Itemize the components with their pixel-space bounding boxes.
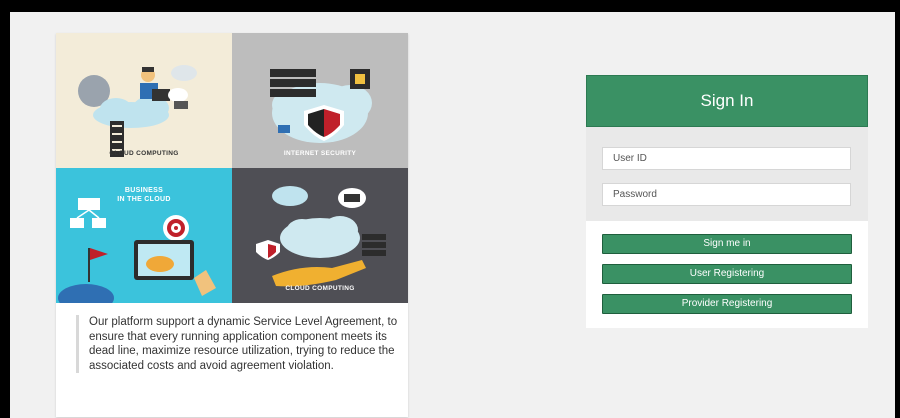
user-register-button[interactable]: User Registering bbox=[602, 264, 852, 284]
login-panel: Sign In Sign me in User Registering Prov… bbox=[586, 75, 868, 328]
login-title: Sign In bbox=[700, 91, 754, 110]
tile-cloud-computing-dark: CLOUD COMPUTING bbox=[232, 168, 408, 303]
info-card: CLOUD COMPUTING INTERNET SECURITY BUSINE… bbox=[56, 33, 408, 417]
tile-caption: CLOUD COMPUTING bbox=[285, 285, 355, 292]
internet-security-illustration bbox=[270, 69, 372, 143]
tile-cloud-computing: CLOUD COMPUTING bbox=[56, 33, 232, 168]
tile-caption: BUSINESS IN THE CLOUD bbox=[117, 187, 171, 203]
tile-internet-security: INTERNET SECURITY bbox=[232, 33, 408, 168]
sign-in-button[interactable]: Sign me in bbox=[602, 234, 852, 254]
tile-caption: CLOUD COMPUTING bbox=[109, 150, 179, 157]
tile-caption: INTERNET SECURITY bbox=[283, 150, 357, 157]
cloud-computing-illustration bbox=[78, 65, 197, 157]
platform-description: Our platform support a dynamic Service L… bbox=[76, 315, 405, 373]
tile-business-cloud: BUSINESS IN THE CLOUD bbox=[56, 168, 232, 303]
user-id-input[interactable] bbox=[602, 147, 851, 170]
password-input[interactable] bbox=[602, 183, 851, 206]
cloud-computing-dark-illustration bbox=[256, 186, 386, 287]
login-header: Sign In bbox=[586, 75, 868, 127]
page-background: CLOUD COMPUTING INTERNET SECURITY BUSINE… bbox=[10, 12, 895, 418]
illustration-grid: CLOUD COMPUTING INTERNET SECURITY BUSINE… bbox=[56, 33, 408, 304]
provider-register-button[interactable]: Provider Registering bbox=[602, 294, 852, 314]
login-form bbox=[586, 127, 868, 221]
